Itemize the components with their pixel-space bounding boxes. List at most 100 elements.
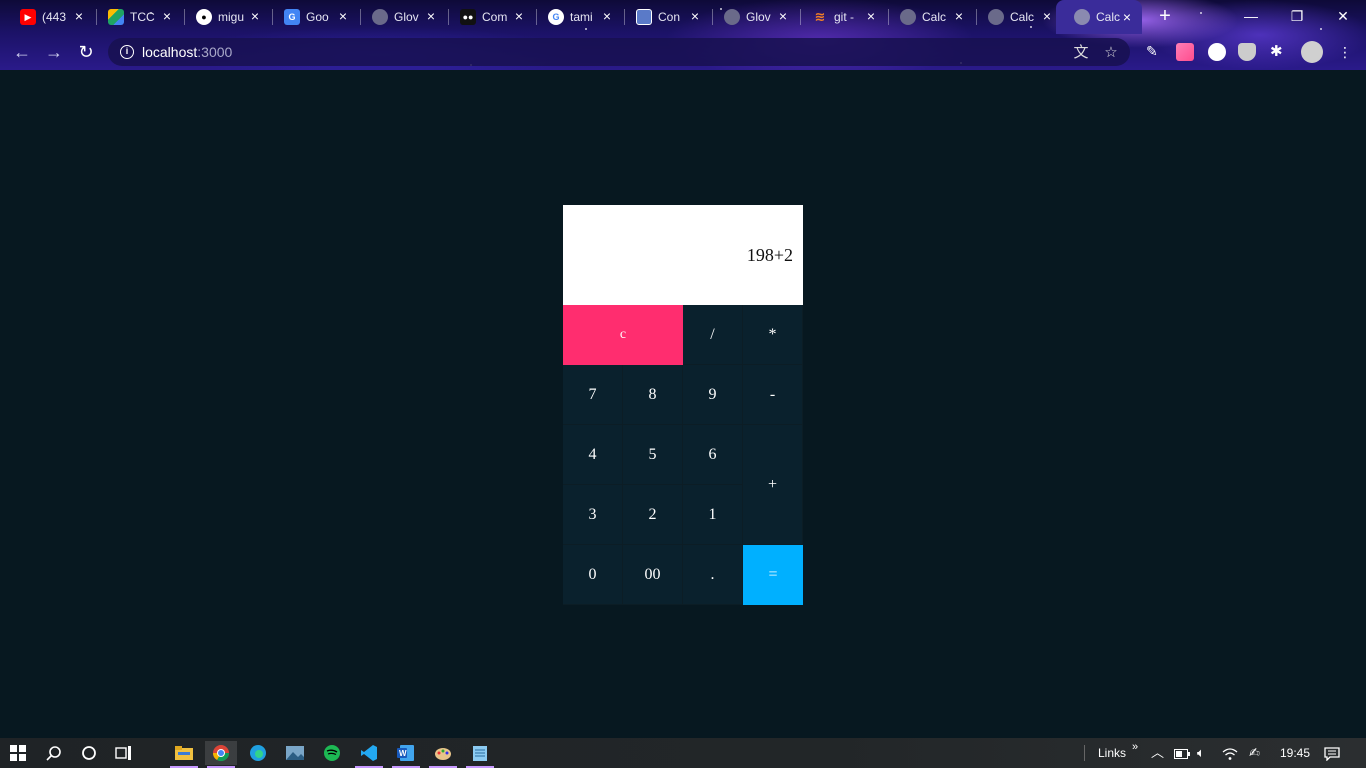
url-host: localhost	[142, 44, 198, 60]
close-icon[interactable]: ×	[72, 9, 86, 23]
close-icon[interactable]: ×	[776, 9, 790, 23]
browser-tab[interactable]: ≋ git - ×	[794, 4, 886, 30]
digit-7-button[interactable]: 7	[563, 365, 623, 425]
tab-title: (443	[42, 10, 67, 24]
notifications-icon[interactable]	[1324, 738, 1340, 768]
clear-button[interactable]: c	[563, 305, 683, 365]
close-icon[interactable]: ×	[512, 9, 526, 23]
chrome-icon[interactable]	[205, 741, 237, 768]
browser-tab[interactable]: Calc ×	[970, 4, 1062, 30]
translate-icon[interactable]: 文	[1072, 44, 1090, 62]
cortana-icon[interactable]	[73, 741, 105, 765]
digit-3-button[interactable]: 3	[563, 485, 623, 545]
digit-4-button[interactable]: 4	[563, 425, 623, 485]
puzzle-icon[interactable]: ✱	[1270, 43, 1288, 61]
browser-tab[interactable]: Glov ×	[706, 4, 798, 30]
new-tab-button[interactable]: +	[1154, 6, 1176, 28]
close-icon[interactable]: ×	[688, 9, 702, 23]
divide-button[interactable]: /	[683, 305, 743, 365]
multiply-button[interactable]: *	[743, 305, 803, 365]
tab-title: Calc	[1096, 10, 1121, 24]
close-icon[interactable]: ×	[248, 9, 262, 23]
equals-button[interactable]: =	[743, 545, 803, 605]
close-icon[interactable]: ×	[336, 9, 350, 23]
tab-title: Con	[658, 10, 681, 24]
plus-button[interactable]: +	[743, 425, 803, 545]
browser-tab[interactable]: Con ×	[618, 4, 710, 30]
windows-start-icon[interactable]	[2, 741, 34, 765]
restore-button[interactable]: ❐	[1274, 4, 1320, 28]
digit-5-button[interactable]: 5	[623, 425, 683, 485]
calculator: 198+2 c / * 7 8 9 - 4 5 6 + 3 2 1 0 00 .…	[563, 205, 803, 605]
vscode-icon[interactable]	[353, 741, 385, 768]
forward-arrow-icon[interactable]: →	[42, 40, 66, 64]
file-explorer-icon[interactable]	[168, 741, 200, 768]
bookmark-star-icon[interactable]: ☆	[1102, 44, 1120, 62]
browser-tab-active[interactable]: Calc ×	[1056, 0, 1142, 34]
word-icon[interactable]: W	[390, 741, 422, 768]
browser-tab[interactable]: ● migu ×	[178, 4, 270, 30]
close-icon[interactable]: ×	[600, 9, 614, 23]
digit-1-button[interactable]: 1	[683, 485, 743, 545]
notepad-icon[interactable]	[464, 741, 496, 768]
search-icon[interactable]	[38, 741, 70, 765]
edge-icon[interactable]	[242, 741, 274, 765]
double-zero-button[interactable]: 00	[623, 545, 683, 605]
back-arrow-icon[interactable]: ←	[10, 40, 34, 64]
browser-tab[interactable]: ●● Com ×	[442, 4, 534, 30]
clock-time[interactable]: 19:45	[1280, 738, 1310, 768]
medium-icon: ●●	[460, 9, 476, 25]
close-icon[interactable]: ×	[864, 9, 878, 23]
volume-icon[interactable]: 🔈︎	[1197, 738, 1205, 768]
extension-icon[interactable]	[1208, 43, 1226, 61]
browser-chrome: ▶ (443 × TCC × ● migu × G Goo × Glov × ●…	[0, 0, 1366, 70]
pen-icon[interactable]: ✍︎	[1249, 738, 1260, 768]
google-translate-icon: G	[284, 9, 300, 25]
pen-extension-icon[interactable]: ✎	[1146, 43, 1164, 61]
browser-tab[interactable]: G Goo ×	[266, 4, 358, 30]
digit-2-button[interactable]: 2	[623, 485, 683, 545]
color-extension-icon[interactable]	[1176, 43, 1194, 61]
drive-icon	[108, 9, 124, 25]
close-icon[interactable]: ×	[952, 9, 966, 23]
browser-tab[interactable]: G tami ×	[530, 4, 622, 30]
stackoverflow-icon: ≋	[814, 9, 826, 24]
browser-tab[interactable]: TCC ×	[90, 4, 182, 30]
spotify-icon[interactable]	[316, 741, 348, 765]
info-icon[interactable]: i	[120, 45, 134, 59]
close-window-button[interactable]: ✕	[1320, 4, 1366, 28]
browser-tab[interactable]: Glov ×	[354, 4, 446, 30]
wifi-icon[interactable]	[1222, 738, 1238, 768]
browser-tab[interactable]: Calc ×	[882, 4, 974, 30]
close-icon[interactable]: ×	[1040, 9, 1054, 23]
decimal-button[interactable]: .	[683, 545, 743, 605]
browser-tab[interactable]: ▶ (443 ×	[2, 4, 94, 30]
digit-6-button[interactable]: 6	[683, 425, 743, 485]
globe-icon	[372, 9, 388, 25]
close-icon[interactable]: ×	[1120, 10, 1134, 24]
globe-icon	[900, 9, 916, 25]
globe-icon	[724, 9, 740, 25]
minimize-button[interactable]: —	[1228, 4, 1274, 28]
close-icon[interactable]: ×	[160, 9, 174, 23]
task-view-icon[interactable]	[108, 741, 140, 765]
minus-button[interactable]: -	[743, 365, 803, 425]
shield-icon[interactable]	[1238, 43, 1256, 61]
paint-icon[interactable]	[427, 741, 459, 768]
tab-title: git -	[834, 10, 855, 24]
digit-9-button[interactable]: 9	[683, 365, 743, 425]
menu-icon[interactable]: ⋮	[1338, 43, 1356, 61]
photos-icon[interactable]	[279, 741, 311, 765]
avatar[interactable]	[1301, 41, 1323, 63]
links-toolbar-label[interactable]: Links	[1098, 738, 1126, 768]
reload-icon[interactable]: ↻	[74, 40, 98, 64]
svg-text:W: W	[399, 749, 407, 758]
chevron-right-icon[interactable]: »	[1132, 732, 1138, 762]
chevron-up-icon[interactable]: ︿	[1151, 738, 1164, 768]
address-bar[interactable]: i localhost:3000 文 ☆	[108, 38, 1130, 66]
calculator-display: 198+2	[563, 205, 803, 305]
digit-8-button[interactable]: 8	[623, 365, 683, 425]
close-icon[interactable]: ×	[424, 9, 438, 23]
digit-0-button[interactable]: 0	[563, 545, 623, 605]
battery-icon[interactable]	[1174, 738, 1190, 768]
